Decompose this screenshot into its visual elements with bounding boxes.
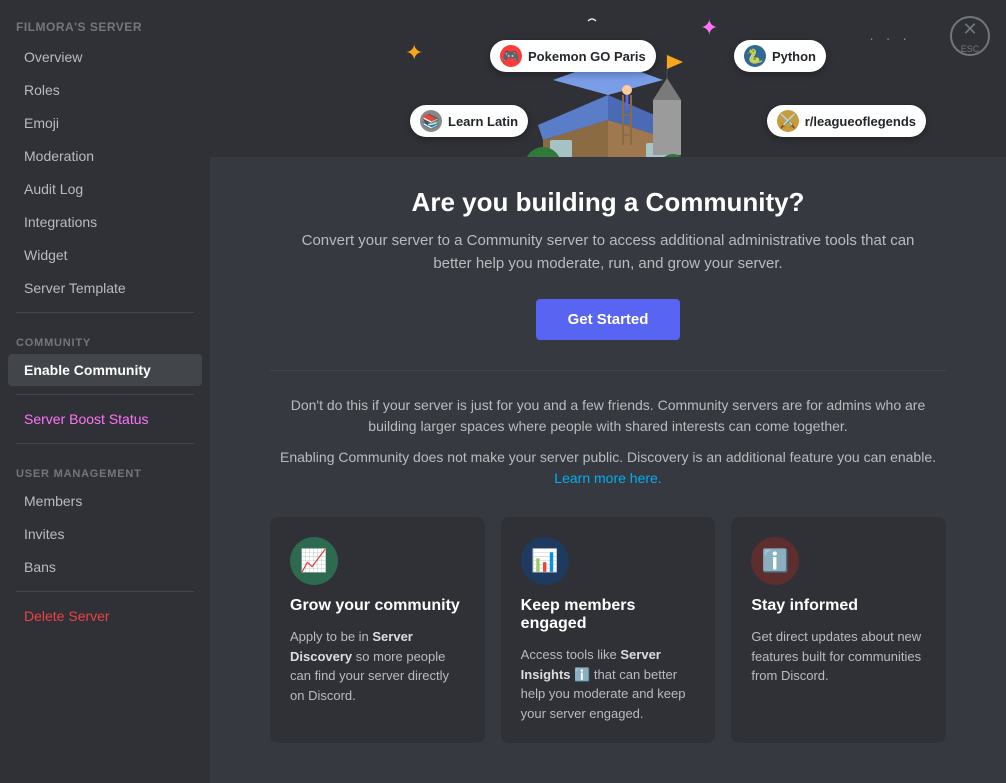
info-text-prefix: Enabling Community does not make your se… — [280, 449, 936, 465]
sidebar-item-integrations[interactable]: Integrations — [8, 206, 202, 238]
sidebar-item-members[interactable]: Members — [8, 485, 202, 517]
user-management-section-label: User Management — [0, 452, 210, 484]
close-button[interactable]: ✕ ESC — [950, 16, 990, 56]
hero-illustration — [498, 10, 718, 157]
chip-python: 🐍 Python — [734, 40, 826, 72]
informed-desc: Get direct updates about new features bu… — [751, 627, 926, 686]
sidebar-item-audit-log[interactable]: Audit Log — [8, 173, 202, 205]
content-divider — [270, 370, 946, 371]
sidebar-divider-1 — [16, 312, 194, 313]
chip-latin: 📚 Learn Latin — [410, 105, 528, 137]
sidebar-divider-3 — [16, 443, 194, 444]
chip-latin-label: Learn Latin — [448, 114, 518, 129]
grow-desc: Apply to be in Server Discovery so more … — [290, 627, 465, 705]
chip-python-icon: 🐍 — [744, 45, 766, 67]
engaged-desc: Access tools like Server Insights ℹ️ tha… — [521, 645, 696, 723]
feature-cards: 📈 Grow your community Apply to be in Ser… — [270, 517, 946, 743]
chip-lol: ⚔️ r/leagueoflegends — [767, 105, 926, 137]
chip-latin-icon: 📚 — [420, 110, 442, 132]
sidebar-item-delete-server[interactable]: Delete Server — [8, 600, 202, 632]
chip-pokemon: 🎮 Pokemon GO Paris — [490, 40, 656, 72]
engaged-icon: 📊 — [521, 537, 569, 585]
informed-icon: ℹ️ — [751, 537, 799, 585]
info-text: Enabling Community does not make your se… — [270, 447, 946, 489]
server-name: Filmora's Server — [0, 10, 210, 40]
info-link[interactable]: Learn more here. — [554, 470, 661, 486]
grow-icon: 📈 — [290, 537, 338, 585]
dots-decoration: · · · — [869, 30, 911, 46]
sidebar-item-moderation[interactable]: Moderation — [8, 140, 202, 172]
close-icon: ✕ — [962, 19, 977, 40]
main-text-content: Are you building a Community? Convert yo… — [210, 157, 1006, 783]
chip-python-label: Python — [772, 49, 816, 64]
star-decoration-1: ✦ — [405, 40, 423, 66]
chip-lol-icon: ⚔️ — [777, 110, 799, 132]
sidebar: Filmora's Server Overview Roles Emoji Mo… — [0, 0, 210, 783]
grow-title: Grow your community — [290, 597, 465, 615]
page-subtitle: Convert your server to a Community serve… — [288, 230, 928, 275]
warning-text: Don't do this if your server is just for… — [270, 395, 946, 437]
get-started-button[interactable]: Get Started — [536, 299, 681, 340]
chip-lol-label: r/leagueoflegends — [805, 114, 916, 129]
esc-label: ESC — [961, 44, 980, 54]
sidebar-item-server-template[interactable]: Server Template — [8, 272, 202, 304]
sidebar-item-bans[interactable]: Bans — [8, 551, 202, 583]
sidebar-divider-4 — [16, 591, 194, 592]
chip-pokemon-label: Pokemon GO Paris — [528, 49, 646, 64]
sidebar-divider-2 — [16, 394, 194, 395]
chip-pokemon-icon: 🎮 — [500, 45, 522, 67]
sidebar-item-emoji[interactable]: Emoji — [8, 107, 202, 139]
feature-card-grow: 📈 Grow your community Apply to be in Ser… — [270, 517, 485, 743]
sidebar-item-invites[interactable]: Invites — [8, 518, 202, 550]
feature-card-informed: ℹ️ Stay informed Get direct updates abou… — [731, 517, 946, 743]
sidebar-item-roles[interactable]: Roles — [8, 74, 202, 106]
sidebar-item-overview[interactable]: Overview — [8, 41, 202, 73]
community-section-label: Community — [0, 321, 210, 353]
hero-section: ✦ ✦ ✦ · · · — [210, 0, 1006, 157]
feature-card-engaged: 📊 Keep members engaged Access tools like… — [501, 517, 716, 743]
sidebar-item-widget[interactable]: Widget — [8, 239, 202, 271]
informed-title: Stay informed — [751, 597, 926, 615]
engaged-title: Keep members engaged — [521, 597, 696, 633]
sidebar-item-enable-community[interactable]: Enable Community — [8, 354, 202, 386]
page-title: Are you building a Community? — [412, 187, 805, 218]
main-content: ✕ ESC ✦ ✦ ✦ · · · — [210, 0, 1006, 783]
sidebar-item-server-boost[interactable]: Server Boost Status — [8, 403, 202, 435]
